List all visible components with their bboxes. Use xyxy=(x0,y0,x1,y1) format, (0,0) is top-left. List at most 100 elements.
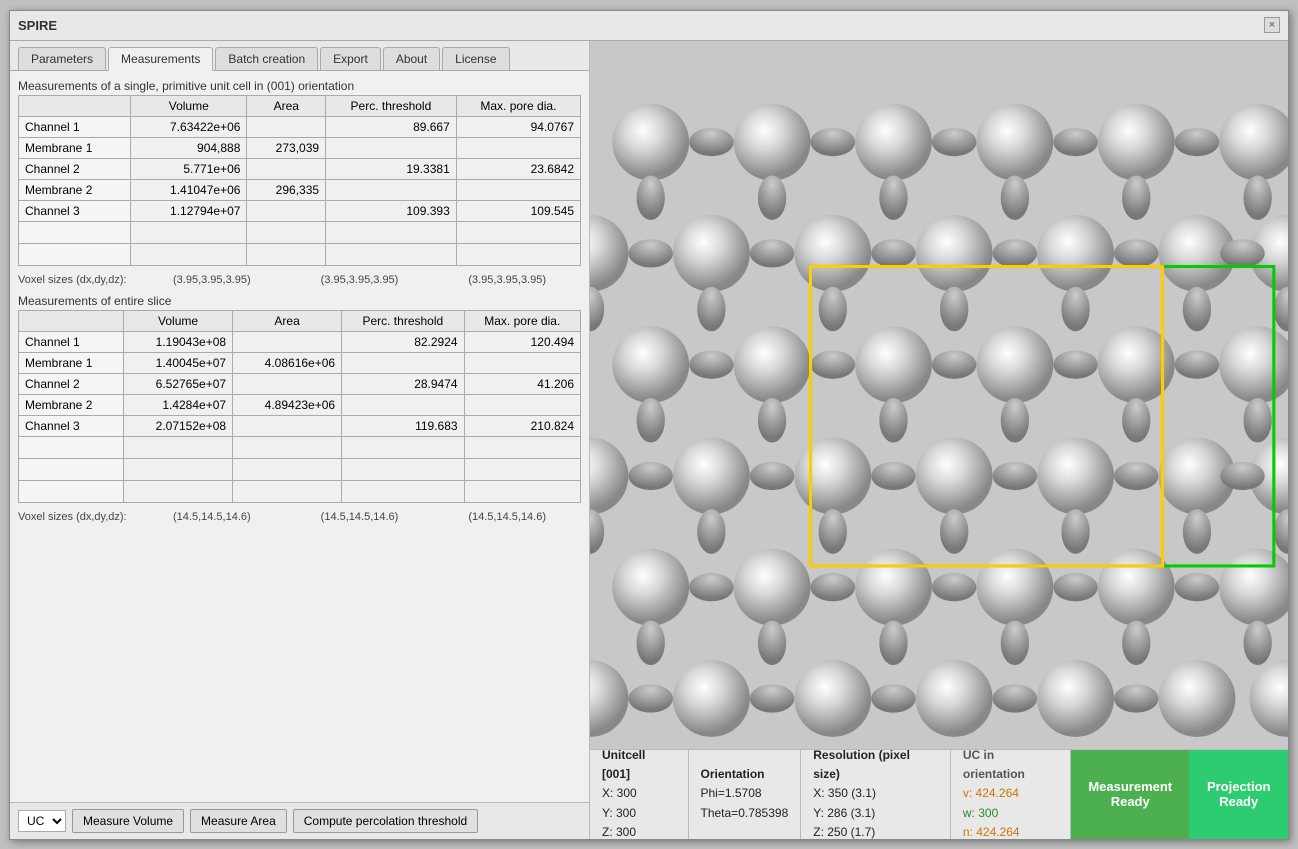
measurement-ready-button[interactable]: Measurement Ready xyxy=(1071,750,1189,839)
slice-col-perc: Perc. threshold xyxy=(342,310,465,331)
slice-section: Measurements of entire slice Volume Area… xyxy=(18,294,581,503)
uc-row-label: Channel 3 xyxy=(19,200,131,221)
tab-batch-creation[interactable]: Batch creation xyxy=(215,47,318,70)
resolution-label: Resolution (pixel size) xyxy=(813,746,938,784)
slice-col-area: Area xyxy=(233,310,342,331)
table-row: Channel 1 1.19043e+08 82.2924 120.494 xyxy=(19,331,581,352)
slice-row-area xyxy=(233,331,342,352)
unitcell-info: Unitcell [001] X: 300 Y: 300 Z: 300 xyxy=(590,750,689,839)
table-row: Membrane 1 904,888 273,039 xyxy=(19,137,581,158)
info-bar: Unitcell [001] X: 300 Y: 300 Z: 300 Orie… xyxy=(590,749,1288,839)
close-button[interactable]: × xyxy=(1264,17,1280,33)
slice-row-maxpore: 41.206 xyxy=(464,373,580,394)
tab-license[interactable]: License xyxy=(442,47,509,70)
voxel-slice-v1: (14.5,14.5,14.6) xyxy=(138,511,286,523)
table-row xyxy=(19,243,581,265)
table-row: Membrane 1 1.40045e+07 4.08616e+06 xyxy=(19,352,581,373)
orientation-phi: Phi=1.5708 xyxy=(701,784,789,803)
projection-status-line2: Ready xyxy=(1219,794,1258,809)
uc-orientation-v: v: 424.264 xyxy=(963,784,1058,803)
tab-parameters[interactable]: Parameters xyxy=(18,47,106,70)
compute-percolation-button[interactable]: Compute percolation threshold xyxy=(293,809,478,833)
table-row: Membrane 2 1.41047e+06 296,335 xyxy=(19,179,581,200)
uc-row-perc xyxy=(326,179,457,200)
tab-export[interactable]: Export xyxy=(320,47,381,70)
uc-row-area xyxy=(247,158,326,179)
slice-row-maxpore: 120.494 xyxy=(464,331,580,352)
measure-area-button[interactable]: Measure Area xyxy=(190,809,287,833)
uc-row-perc: 109.393 xyxy=(326,200,457,221)
uc-orientation-w: w: 300 xyxy=(963,804,1058,823)
voxel-uc-label: Voxel sizes (dx,dy,dz): xyxy=(18,274,138,286)
uc-orientation-label: UC in orientation xyxy=(963,746,1058,784)
tab-about[interactable]: About xyxy=(383,47,440,70)
main-window: SPIRE × Parameters Measurements Batch cr… xyxy=(9,10,1289,840)
image-area xyxy=(590,41,1288,749)
uc-row-volume: 1.12794e+07 xyxy=(131,200,247,221)
uc-row-maxpore: 109.545 xyxy=(456,200,580,221)
tab-bar: Parameters Measurements Batch creation E… xyxy=(10,41,589,71)
slice-row-volume: 6.52765e+07 xyxy=(124,373,233,394)
voxel-uc-v3: (3.95,3.95,3.95) xyxy=(433,274,581,286)
voxel-slice-label: Voxel sizes (dx,dy,dz): xyxy=(18,511,138,523)
title-bar: SPIRE × xyxy=(10,11,1288,41)
uc-row-volume: 7.63422e+06 xyxy=(131,116,247,137)
orientation-label: Orientation xyxy=(701,765,789,784)
slice-row-volume: 2.07152e+08 xyxy=(124,415,233,436)
slice-row-area xyxy=(233,373,342,394)
orientation-theta: Theta=0.785398 xyxy=(701,804,789,823)
slice-row-volume: 1.19043e+08 xyxy=(124,331,233,352)
uc-row-area: 296,335 xyxy=(247,179,326,200)
voxel-uc-v2: (3.95,3.95,3.95) xyxy=(286,274,434,286)
voxel-sizes-slice: Voxel sizes (dx,dy,dz): (14.5,14.5,14.6)… xyxy=(18,509,581,525)
measure-volume-button[interactable]: Measure Volume xyxy=(72,809,184,833)
uc-row-maxpore: 23.6842 xyxy=(456,158,580,179)
resolution-y: Y: 286 (3.1) xyxy=(813,804,938,823)
membrane-image xyxy=(590,41,1288,749)
measurement-status-line1: Measurement xyxy=(1088,779,1172,794)
table-row xyxy=(19,436,581,458)
table-row xyxy=(19,480,581,502)
uc-row-volume: 1.41047e+06 xyxy=(131,179,247,200)
slice-row-area: 4.08616e+06 xyxy=(233,352,342,373)
slice-row-perc xyxy=(342,394,465,415)
col-header-label xyxy=(19,95,131,116)
unit-cell-table: Volume Area Perc. threshold Max. pore di… xyxy=(18,95,581,266)
unitcell-label: Unitcell [001] xyxy=(602,746,676,784)
slice-row-perc: 82.2924 xyxy=(342,331,465,352)
slice-row-area: 4.89423e+06 xyxy=(233,394,342,415)
uc-row-label: Channel 2 xyxy=(19,158,131,179)
slice-row-label: Membrane 1 xyxy=(19,352,124,373)
uc-row-maxpore xyxy=(456,137,580,158)
uc-row-label: Membrane 2 xyxy=(19,179,131,200)
uc-row-perc: 19.3381 xyxy=(326,158,457,179)
window-title: SPIRE xyxy=(18,18,57,33)
table-row xyxy=(19,458,581,480)
uc-row-label: Channel 1 xyxy=(19,116,131,137)
right-panel: Unitcell [001] X: 300 Y: 300 Z: 300 Orie… xyxy=(590,41,1288,839)
uc-row-maxpore xyxy=(456,179,580,200)
uc-row-area xyxy=(247,116,326,137)
unit-cell-title: Measurements of a single, primitive unit… xyxy=(18,79,581,93)
unit-cell-section: Measurements of a single, primitive unit… xyxy=(18,79,581,266)
slice-row-volume: 1.40045e+07 xyxy=(124,352,233,373)
voxel-uc-v1: (3.95,3.95,3.95) xyxy=(138,274,286,286)
uc-row-area xyxy=(247,200,326,221)
uc-row-area: 273,039 xyxy=(247,137,326,158)
tab-measurements[interactable]: Measurements xyxy=(108,47,213,71)
slice-row-label: Membrane 2 xyxy=(19,394,124,415)
voxel-slice-v3: (14.5,14.5,14.6) xyxy=(433,511,581,523)
orientation-info: Orientation Phi=1.5708 Theta=0.785398 xyxy=(689,750,802,839)
uc-row-volume: 5.771e+06 xyxy=(131,158,247,179)
projection-ready-button[interactable]: Projection Ready xyxy=(1189,750,1288,839)
table-row: Channel 3 1.12794e+07 109.393 109.545 xyxy=(19,200,581,221)
resolution-info: Resolution (pixel size) X: 350 (3.1) Y: … xyxy=(801,750,951,839)
table-row xyxy=(19,221,581,243)
main-content: Parameters Measurements Batch creation E… xyxy=(10,41,1288,839)
slice-row-maxpore: 210.824 xyxy=(464,415,580,436)
slice-col-maxpore: Max. pore dia. xyxy=(464,310,580,331)
col-header-perc: Perc. threshold xyxy=(326,95,457,116)
projection-status-line1: Projection xyxy=(1207,779,1271,794)
uc-in-orientation-info: UC in orientation v: 424.264 w: 300 n: 4… xyxy=(951,750,1071,839)
uc-select[interactable]: UC xyxy=(18,810,66,832)
